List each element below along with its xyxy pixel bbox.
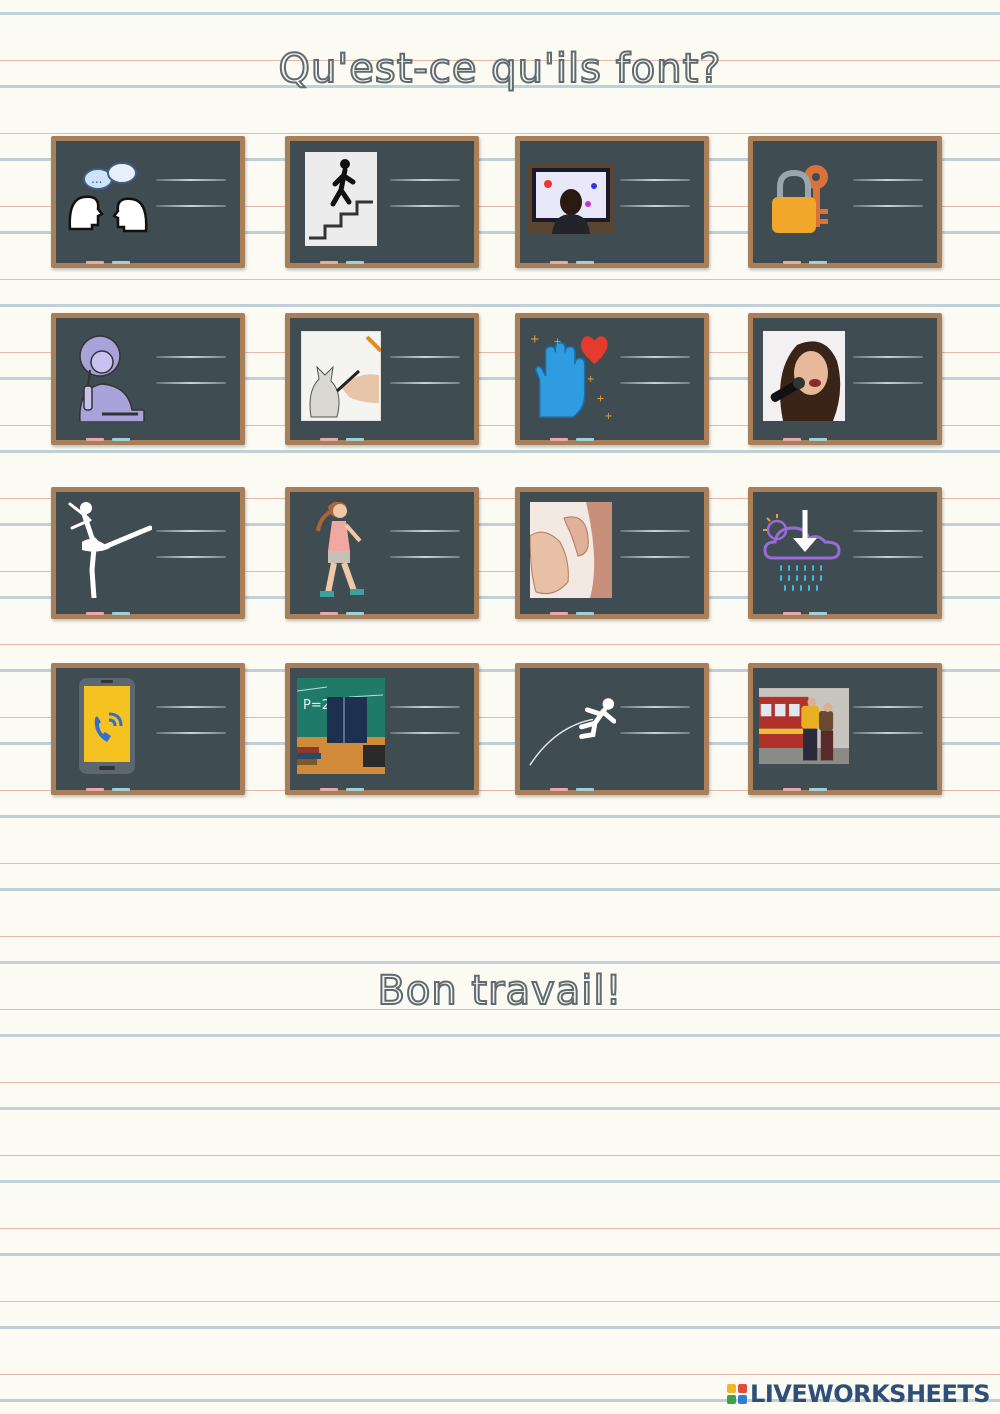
eating-person-icon bbox=[62, 328, 152, 424]
liveworksheets-logo[interactable]: LIVEWORKSHEETS bbox=[727, 1380, 990, 1408]
travelers-icon bbox=[759, 678, 849, 774]
activity-card-15 bbox=[515, 663, 709, 795]
activity-card-14: P=2l+ bbox=[285, 663, 479, 795]
svg-text:+: + bbox=[604, 411, 612, 422]
rain-cloud-icon bbox=[759, 502, 849, 598]
page-title: Qu'est-ce qu'ils font? bbox=[277, 45, 722, 93]
lock-and-key-icon bbox=[759, 151, 849, 247]
activity-card-10 bbox=[285, 487, 479, 619]
drawing-icon bbox=[296, 328, 386, 424]
watching-tv-icon bbox=[526, 151, 616, 247]
svg-text:+: + bbox=[596, 393, 604, 404]
activity-card-13 bbox=[51, 663, 245, 795]
activity-card-1: ... bbox=[51, 136, 245, 268]
brand-name: LIVEWORKSHEETS bbox=[750, 1380, 990, 1408]
svg-text:+: + bbox=[553, 337, 561, 348]
activity-card-9 bbox=[51, 487, 245, 619]
activity-card-3 bbox=[515, 136, 709, 268]
climbing-stairs-icon bbox=[296, 151, 386, 247]
reading-book-icon: P=2l+ bbox=[296, 678, 386, 774]
activity-card-16 bbox=[748, 663, 942, 795]
hand-and-heart-icon: + + + + + bbox=[526, 328, 616, 424]
activity-card-5 bbox=[51, 313, 245, 445]
activity-card-8 bbox=[748, 313, 942, 445]
activity-card-4 bbox=[748, 136, 942, 268]
svg-text:...: ... bbox=[91, 172, 102, 186]
phone-call-icon bbox=[62, 678, 152, 774]
listening-ear-icon bbox=[526, 502, 616, 598]
logo-mark-icon bbox=[727, 1384, 748, 1404]
activity-card-11 bbox=[515, 487, 709, 619]
talking-heads-icon: ... bbox=[62, 151, 152, 247]
activity-card-6 bbox=[285, 313, 479, 445]
ballet-dancer-icon bbox=[62, 502, 152, 598]
closing-message: Bon travail! bbox=[376, 967, 623, 1015]
activity-card-2 bbox=[285, 136, 479, 268]
svg-text:+: + bbox=[530, 332, 540, 346]
activity-card-7: + + + + + bbox=[515, 313, 709, 445]
svg-text:+: + bbox=[587, 374, 595, 385]
walking-girl-icon bbox=[296, 502, 386, 598]
singing-girl-icon bbox=[759, 328, 849, 424]
activity-card-12 bbox=[748, 487, 942, 619]
jumping-person-icon bbox=[526, 678, 616, 774]
